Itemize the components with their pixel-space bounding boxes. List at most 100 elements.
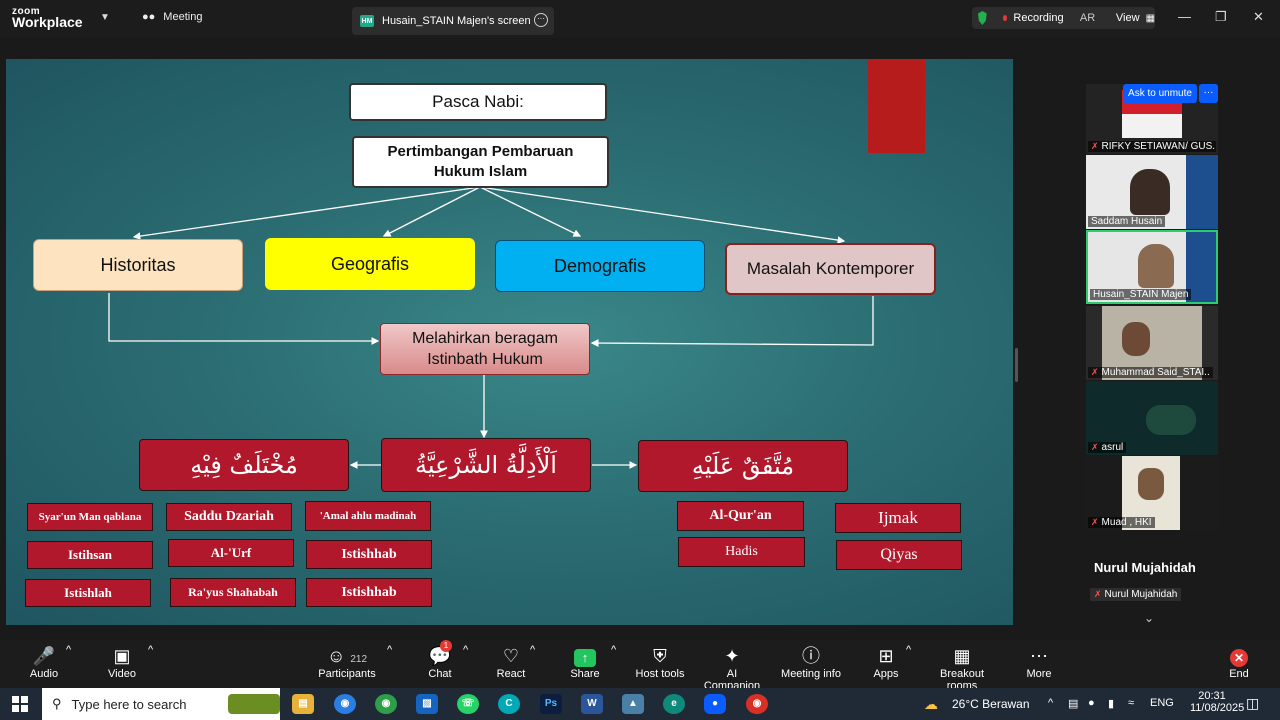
category-geografis: Geografis [265,238,475,290]
participants-button[interactable]: ☺ 212 Participants [316,644,378,680]
audio-button[interactable]: 🎤 Audio [26,644,62,680]
shared-screen: Pasca Nabi: Pertimbangan Pembaruan Hukum… [6,59,1013,625]
participant-display-name: Nurul Mujahidah [1094,560,1196,575]
slide-title: Pasca Nabi: [349,83,607,121]
weather-icon: ☁ [924,696,938,712]
mic-off-icon: ✗ [1091,442,1099,452]
user-initials: AR [1079,12,1096,24]
clock[interactable]: 20:31 11/08/2025 [1190,690,1244,714]
edge-icon[interactable]: e [663,694,685,714]
sparkle-icon: ✦ [724,646,740,666]
recording-label: Recording [1013,12,1064,24]
app-icon[interactable]: ▲ [622,694,644,714]
flag-image-white [1122,114,1182,138]
restore-icon[interactable]: ❐ [1215,9,1227,25]
grid-view-icon: ▦ [1145,12,1156,24]
language-indicator[interactable]: ENG [1150,697,1174,709]
item-ijmak: Ijmak [835,503,961,533]
meeting-status[interactable]: Recording AR View ▦ [972,7,1155,29]
chevron-down-icon[interactable]: ⌄ [1144,611,1154,625]
weather-label[interactable]: 26°C Berawan [952,697,1030,711]
ask-to-unmute-button[interactable]: Ask to unmute [1123,84,1197,103]
video-options-caret[interactable]: ^ [148,644,153,656]
windows-taskbar: ⚲ Type here to search ▤ ◉ ◉ ▨ ☏ C Ps W ▲… [0,688,1280,720]
center-box: Melahirkan beragam Istinbath Hukum [380,323,590,375]
meeting-tab[interactable]: ●● Meeting [142,11,202,23]
audio-options-caret[interactable]: ^ [66,644,71,656]
meeting-info-button[interactable]: ⓘ Meeting info [780,644,842,680]
notification-icon[interactable]: ◫ [1246,695,1259,712]
share-button[interactable]: ↑ Share [568,644,602,680]
chevron-down-icon[interactable]: ▼ [100,12,110,23]
view-button[interactable]: View [1116,12,1140,24]
participant-tile-muad[interactable]: ✗ Muad , HKI [1086,456,1218,530]
participants-icon: ☺ 212 [326,646,368,666]
more-button[interactable]: ⋯ More [1024,644,1054,680]
wifi-icon[interactable]: ≈ [1128,697,1134,709]
title-bar: zoom Workplace ▼ ●● Meeting HM Husain_ST… [0,0,1280,38]
participant-face [1138,468,1164,500]
shared-screen-tab[interactable]: HM Husain_STAIN Majen's screen ··· [352,7,554,35]
word-icon[interactable]: W [581,694,603,714]
photoshop-icon[interactable]: Ps [540,694,562,714]
react-options-caret[interactable]: ^ [530,644,535,656]
slide-subtitle: Pertimbangan Pembaruan Hukum Islam [352,136,609,188]
item-qiyas: Qiyas [836,540,962,570]
info-icon: ⓘ [802,646,820,666]
network-icon[interactable]: ▤ [1068,697,1078,710]
close-icon[interactable]: ✕ [1253,9,1264,25]
battery-icon[interactable]: ▮ [1108,697,1114,710]
panel-resize-handle[interactable] [1015,348,1018,382]
search-highlight-image [228,694,280,714]
host-tools-button[interactable]: ⛨ Host tools [634,644,686,680]
arabic-mukhtalaf: مُخْتَلَفٌ فِيْهِ [139,439,349,491]
participant-tile-muhammad-said[interactable]: ✗ Muhammad Said_STAI.. [1086,306,1218,380]
chat-icon: 💬 1 [428,640,452,666]
mic-off-icon: ✗ [1091,141,1099,151]
search-icon: ⚲ [52,696,62,711]
item-al-quran: Al-Qur'an [677,501,804,531]
chevron-up-icon[interactable]: ^ [1048,697,1053,709]
decorative-red-bar [868,59,925,153]
canva-icon[interactable]: C [498,694,520,714]
windows-start-icon[interactable] [12,696,28,712]
store-icon[interactable]: ▨ [416,694,438,714]
react-button[interactable]: ♡ React [494,644,528,680]
ai-companion-button[interactable]: ✦ AI Companion [698,644,766,692]
zoom-icon[interactable]: ● [704,694,726,714]
chrome-icon[interactable]: ◉ [746,694,768,714]
more-options-icon[interactable]: ··· [534,13,548,27]
participant-tile-husain[interactable]: Husain_STAIN Majen [1086,230,1218,304]
chat-button[interactable]: 💬 1 Chat [424,640,456,680]
item-rayus-shahabah: Ra'yus Shahabah [170,578,296,607]
participant-tile-asrul[interactable]: ✗ asrul [1086,381,1218,455]
breakout-rooms-button[interactable]: ▦ Breakout rooms [924,644,1000,692]
chrome-icon[interactable]: ◉ [375,694,397,714]
tile-more-button[interactable]: ··· [1199,84,1218,103]
breakout-rooms-icon: ▦ [953,646,971,666]
share-options-caret[interactable]: ^ [611,644,616,656]
share-screen-icon: ↑ [574,649,596,667]
end-button[interactable]: ✕ End [1226,644,1252,680]
participant-tile-nurul[interactable]: ✗ Nurul Mujahidah [1090,588,1182,601]
video-button[interactable]: ▣ Video [104,644,140,680]
minimize-icon[interactable]: — [1178,9,1191,24]
chrome-icon[interactable]: ◉ [334,694,356,714]
apps-options-caret[interactable]: ^ [906,644,911,656]
item-al-urf: Al-'Urf [168,539,294,567]
microphone-icon[interactable]: ● [1088,697,1095,709]
apps-button[interactable]: ⊞ Apps [872,644,900,680]
participant-tile-saddam[interactable]: Saddam Husain [1086,155,1218,229]
participant-name: ✗ RIFKY SETIAWAN/ GUS.. [1088,141,1216,152]
item-istihsan: Istihsan [27,541,153,569]
chat-options-caret[interactable]: ^ [463,644,468,656]
whatsapp-icon[interactable]: ☏ [457,694,479,714]
item-syarun: Syar'un Man qablana [27,503,153,531]
mic-off-icon: ✗ [1094,589,1102,599]
item-istishlah: Istishlah [25,579,151,607]
more-icon: ⋯ [1030,646,1048,666]
category-demografis: Demografis [495,240,705,292]
participants-options-caret[interactable]: ^ [387,644,392,656]
file-explorer-icon[interactable]: ▤ [292,694,314,714]
participant-name: Husain_STAIN Majen [1090,289,1192,300]
